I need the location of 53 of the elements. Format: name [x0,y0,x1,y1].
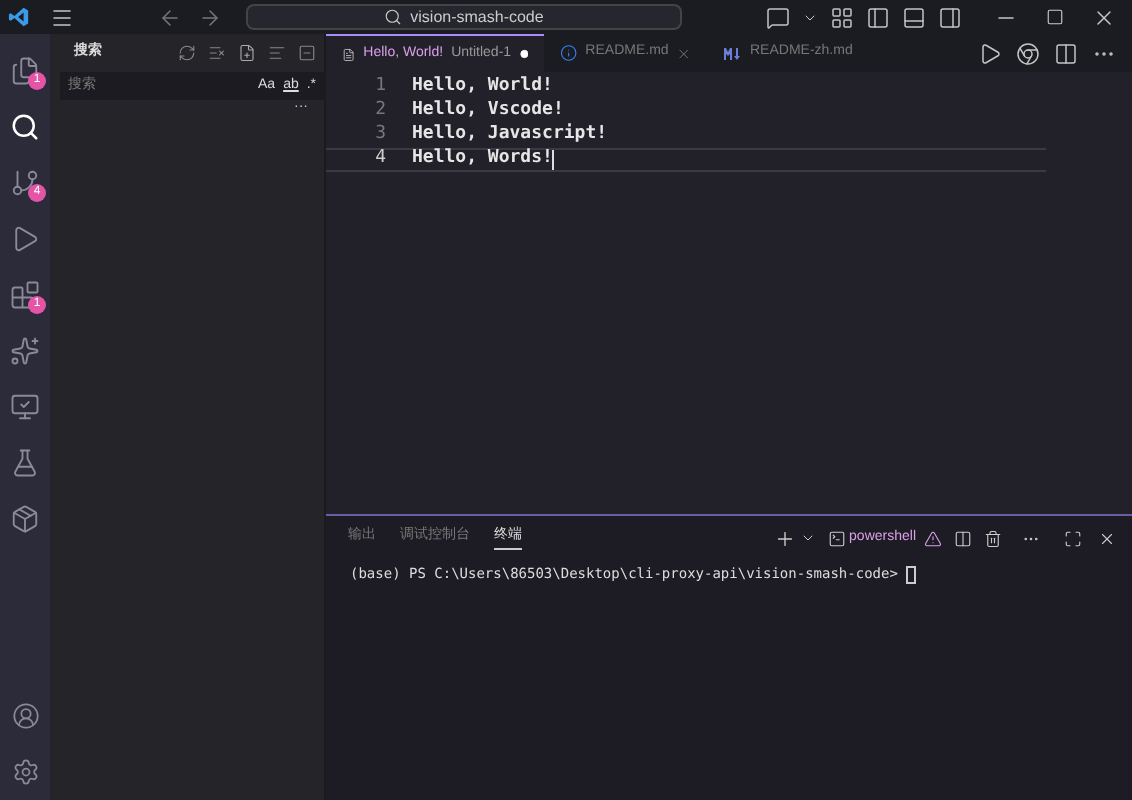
run-icon[interactable] [978,41,1002,65]
caret-icon[interactable] [799,530,816,546]
layout-icon[interactable] [830,5,854,29]
back-icon[interactable] [158,5,182,29]
list-icon[interactable] [268,44,286,62]
code-line: Hello, Words! [412,146,553,173]
monitor-icon [10,391,40,421]
account-icon[interactable] [11,702,39,730]
menu-icon[interactable] [50,5,74,29]
search-icon [384,8,403,26]
refresh-icon[interactable] [178,44,196,62]
logo-icon [8,6,30,28]
clear-icon[interactable] [208,44,226,62]
sparkle-icon [10,335,40,365]
code-line: Hello, Javascript! [412,122,608,148]
add-icon[interactable] [773,527,796,549]
blocks-icon [10,279,40,309]
markdown-icon [724,47,742,59]
panel-right-icon[interactable] [938,5,962,29]
terminal-icon [827,529,846,547]
maximize-icon[interactable] [1046,8,1064,26]
forward-icon[interactable] [198,5,222,29]
new-file-icon[interactable] [238,44,256,62]
info-icon [560,44,578,62]
panel-left-icon[interactable] [866,5,890,29]
split-icon[interactable] [1054,41,1078,65]
globe-icon[interactable] [1016,41,1040,65]
search-icon [10,111,40,141]
terminal-cursor [906,565,917,584]
settings-icon[interactable] [11,758,39,786]
files-icon [10,55,40,85]
code-line: Hello, Vscode! [412,98,564,123]
command-search-field[interactable]: vision-smash-code [246,4,682,30]
flask-icon [10,447,40,477]
collapse-icon[interactable] [298,44,316,62]
split-icon[interactable] [954,529,972,547]
close-icon[interactable] [1092,5,1116,29]
chat-icon[interactable] [766,5,790,29]
line-number: 1 [373,74,386,100]
play-icon [10,223,40,253]
file-icon [342,45,356,63]
panel-bottom-icon[interactable] [902,5,926,29]
line-number: 3 [373,122,386,149]
command-search-text: vision-smash-code [410,5,544,29]
line-number: 4 [373,146,386,173]
code-line: Hello, World! [412,74,553,100]
trash-icon[interactable] [984,529,1002,547]
branch-icon [10,167,40,197]
warning-icon[interactable] [924,529,942,547]
package-icon [10,503,40,533]
close-icon[interactable] [1098,529,1116,547]
maximize-icon[interactable] [1064,529,1082,547]
line-number: 2 [373,98,386,124]
